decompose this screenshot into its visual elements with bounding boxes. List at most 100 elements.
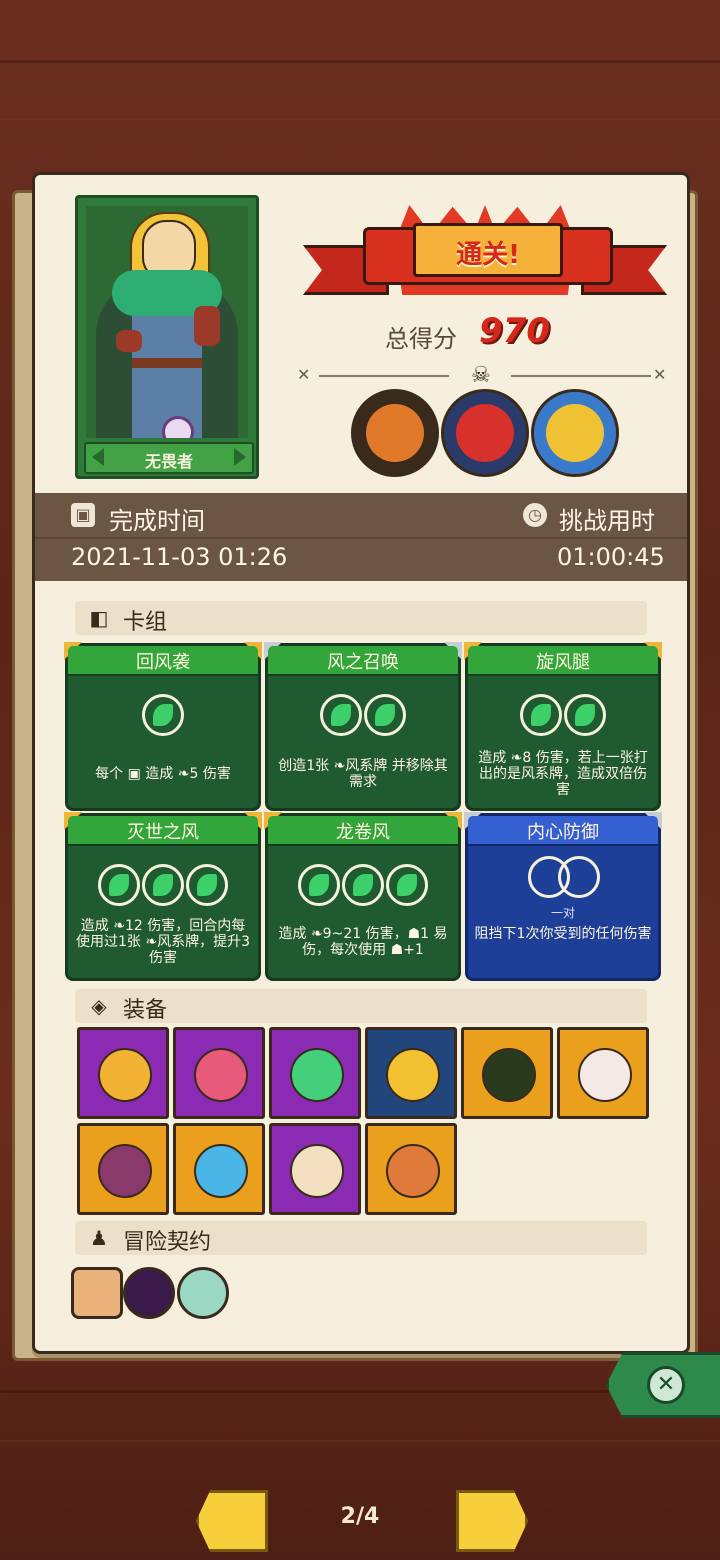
equipment-slot-1[interactable]	[77, 1027, 169, 1119]
deck-card-6[interactable]: 内心防御 一对 阻挡下1次你受到的任何伤害	[464, 812, 662, 981]
deck-card-2[interactable]: 风之召唤 创造1张 ❧风系牌 并移除其需求	[264, 642, 462, 811]
wood-grain	[0, 60, 720, 63]
card-cost	[68, 694, 258, 736]
card-description: 造成 ❧9~21 伤害，☗1 易伤，每次使用 ☗+1	[278, 926, 448, 958]
scroll-icon[interactable]	[71, 1267, 123, 1319]
prev-page-button[interactable]	[196, 1490, 268, 1552]
box-icon: ◈	[91, 994, 107, 1018]
cursed-heart-icon	[98, 1144, 152, 1198]
card-title: 旋风腿	[536, 652, 590, 673]
crystal-shield-icon	[194, 1144, 248, 1198]
deck-card-1[interactable]: 回风袭 每个 ▣ 造成 ❧5 伤害	[64, 642, 262, 811]
golden-helmet-icon	[386, 1048, 440, 1102]
score-value: 970	[479, 311, 550, 351]
potion-bag-icon[interactable]	[177, 1267, 229, 1319]
equipment-slot-10[interactable]	[365, 1123, 457, 1215]
deck-title: 卡组	[123, 610, 168, 635]
hero-name: 无畏者	[144, 452, 193, 471]
complete-time-value: 2021-11-03 01:26	[71, 543, 288, 571]
equipment-slot-3[interactable]	[269, 1027, 361, 1119]
equipment-slot-6[interactable]	[557, 1027, 649, 1119]
boss-portrait-3[interactable]	[531, 389, 619, 477]
challenge-time-value: 01:00:45	[557, 543, 665, 571]
spotted-shell-icon	[194, 1048, 248, 1102]
close-icon: ✕	[647, 1366, 685, 1404]
boss-3-icon	[546, 404, 604, 462]
void-orb-icon[interactable]	[123, 1267, 175, 1319]
deck-card-3[interactable]: 旋风腿 造成 ❧8 伤害，若上一张打出的是风系牌，造成双倍伤害	[464, 642, 662, 811]
wind-cost-icon	[142, 694, 184, 736]
result-panel: 无畏者 通关! 总得分 970 ✕ ☠ ✕ ▣ 完成时间 2021-11-03 …	[32, 172, 690, 1354]
hero-card[interactable]: 无畏者	[75, 195, 259, 479]
wind-cost-icon	[142, 864, 184, 906]
card-title: 风之召唤	[327, 652, 399, 673]
divider-left	[319, 375, 449, 377]
thorn-ring-icon	[482, 1048, 536, 1102]
card-description: 阻挡下1次你受到的任何伤害	[474, 926, 652, 942]
bronze-coin-icon	[386, 1144, 440, 1198]
person-icon: ♟	[90, 1226, 108, 1250]
card-description: 造成 ❧8 伤害，若上一张打出的是风系牌，造成双倍伤害	[478, 750, 648, 798]
card-cost	[268, 864, 458, 906]
deck-section-header: ◧ 卡组	[75, 601, 647, 635]
stopwatch-icon: ◷	[523, 503, 547, 527]
equipment-slot-5[interactable]	[461, 1027, 553, 1119]
wind-cost-icon	[98, 864, 140, 906]
boss-1-icon	[366, 404, 424, 462]
flame-shield-icon	[98, 1048, 152, 1102]
deck-card-4[interactable]: 灭世之风 造成 ❧12 伤害，回合内每使用过1张 ❧风系牌，提升3伤害	[64, 812, 262, 981]
equipment-section-header: ◈ 装备	[75, 989, 647, 1023]
pair-cost-label: 一对	[550, 906, 575, 920]
sun-eye-icon	[290, 1144, 344, 1198]
wind-gem-icon	[290, 1048, 344, 1102]
card-description: 创造1张 ❧风系牌 并移除其需求	[278, 758, 448, 790]
contract-section-header: ♟ 冒险契约	[75, 1221, 647, 1255]
wind-cost-icon	[298, 864, 340, 906]
card-title: 灭世之风	[127, 822, 199, 843]
pair-cost-icon	[528, 856, 600, 898]
card-cost	[468, 694, 658, 736]
crossed-swords-icon: ✕	[653, 365, 667, 384]
wind-cost-icon	[520, 694, 562, 736]
card-title: 内心防御	[527, 822, 599, 843]
card-cost	[268, 694, 458, 736]
wind-cost-icon	[386, 864, 428, 906]
score-label: 总得分	[385, 325, 457, 353]
divider-right	[511, 375, 651, 377]
deck-card-5[interactable]: 龙卷风 造成 ❧9~21 伤害，☗1 易伤，每次使用 ☗+1	[264, 812, 462, 981]
card-description: 造成 ❧12 伤害，回合内每使用过1张 ❧风系牌，提升3伤害	[76, 918, 250, 966]
card-title: 龙卷风	[336, 822, 390, 843]
equipment-slot-7[interactable]	[77, 1123, 169, 1215]
cards-icon: ◧	[89, 606, 109, 630]
wood-grain	[0, 1440, 720, 1442]
page-indicator: 2/4	[340, 1504, 380, 1529]
wind-cost-icon	[364, 694, 406, 736]
next-page-button[interactable]	[456, 1490, 528, 1552]
equipment-slot-9[interactable]	[269, 1123, 361, 1215]
crossed-swords-icon: ✕	[297, 365, 311, 384]
equipment-slot-4[interactable]	[365, 1027, 457, 1119]
wind-cost-icon	[320, 694, 362, 736]
boss-portrait-1[interactable]	[351, 389, 439, 477]
hero-portrait	[86, 206, 248, 438]
film-clock-icon: ▣	[71, 503, 95, 527]
card-description: 每个 ▣ 造成 ❧5 伤害	[95, 766, 231, 782]
skull-icon: ☠	[471, 363, 491, 388]
boss-2-icon	[456, 404, 514, 462]
boss-portrait-2[interactable]	[441, 389, 529, 477]
hero-name-bar: 无畏者	[84, 442, 254, 474]
equipment-title: 装备	[123, 998, 168, 1023]
stats-band: ▣ 完成时间 2021-11-03 01:26 ◷ 挑战用时 01:00:45	[35, 493, 687, 581]
wood-grain	[0, 118, 720, 120]
card-title: 回风袭	[136, 652, 190, 673]
clear-banner: 通关!	[303, 199, 667, 309]
challenge-time-label: 挑战用时	[559, 507, 655, 535]
equipment-slot-2[interactable]	[173, 1027, 265, 1119]
hero-next-arrow-icon	[234, 448, 246, 466]
complete-time-label: 完成时间	[109, 507, 205, 535]
close-button[interactable]: ✕	[606, 1352, 720, 1418]
potion-jar-icon	[578, 1048, 632, 1102]
equipment-slot-8[interactable]	[173, 1123, 265, 1215]
wind-cost-icon	[342, 864, 384, 906]
clear-text: 通关!	[456, 240, 520, 270]
